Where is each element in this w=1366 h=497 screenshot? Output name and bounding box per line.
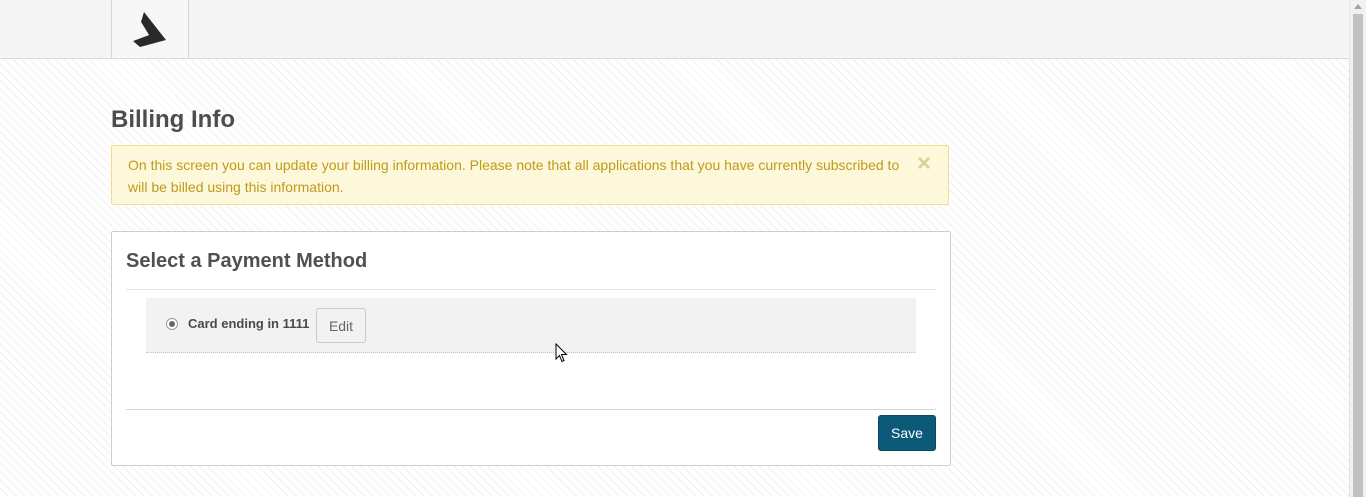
triangle-logo-icon: [133, 12, 166, 47]
radio-selected-dot: [169, 321, 175, 327]
vertical-scrollbar[interactable]: [1349, 0, 1366, 497]
payment-method-row[interactable]: Card ending in 1111 Edit: [146, 298, 916, 353]
page-title: Billing Info: [111, 106, 235, 133]
scroll-up-arrow-icon[interactable]: [1354, 4, 1362, 9]
payment-method-panel: Select a Payment Method Card ending in 1…: [111, 231, 951, 466]
divider: [126, 409, 936, 410]
top-navbar: [0, 0, 1350, 59]
billing-info-alert: On this screen you can update your billi…: [111, 145, 949, 205]
edit-card-button[interactable]: Edit: [316, 308, 366, 343]
logo-link[interactable]: [111, 0, 189, 58]
close-icon[interactable]: ×: [916, 152, 932, 176]
payment-method-radio[interactable]: [166, 318, 178, 330]
divider: [126, 289, 936, 290]
save-button[interactable]: Save: [878, 415, 936, 451]
scrollbar-thumb[interactable]: [1353, 14, 1363, 497]
mouse-pointer-icon: [555, 343, 568, 363]
panel-title: Select a Payment Method: [126, 250, 368, 272]
card-label: Card ending in 1111: [188, 316, 310, 331]
alert-message: On this screen you can update your billi…: [128, 157, 900, 195]
